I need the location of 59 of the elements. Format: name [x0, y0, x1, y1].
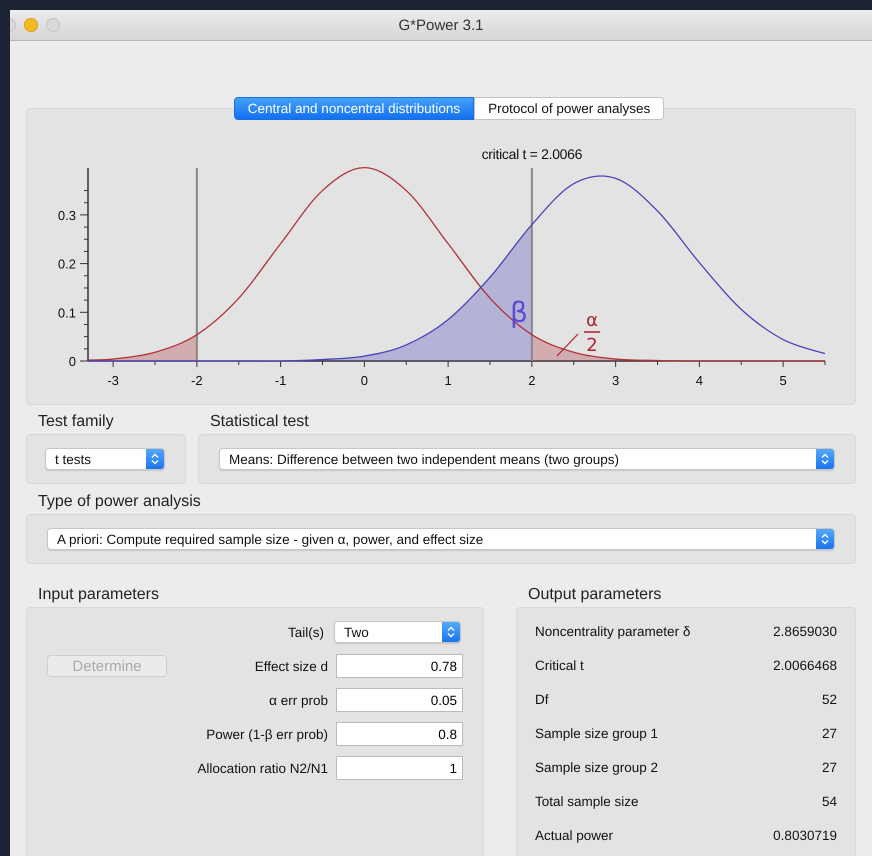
- output-label: Actual power: [535, 828, 614, 845]
- beta-label: β: [510, 296, 528, 329]
- field-label: Allocation ratio N2/N1: [197, 760, 328, 776]
- stepper-icon: [442, 622, 460, 642]
- output-label: Noncentrality parameter δ: [535, 624, 690, 641]
- tick-label: 4: [696, 373, 703, 388]
- field-label: α err prob: [269, 692, 328, 708]
- stepper-icon: [816, 449, 834, 469]
- tick-label: -2: [191, 373, 203, 388]
- tick-label: 0: [68, 354, 76, 369]
- output-label: Df: [535, 692, 548, 709]
- output-value: 2.8659030: [773, 624, 837, 641]
- input-field[interactable]: 0.8: [336, 722, 463, 746]
- output-value: 27: [822, 760, 837, 777]
- minimize-window-icon[interactable]: [24, 18, 38, 32]
- group-label: Type of power analysis: [37, 492, 202, 512]
- denominator-label: 2: [586, 335, 598, 356]
- tick-label: 0.3: [58, 208, 76, 223]
- dropdown[interactable]: Means: Difference between two independent means (two groups): [219, 448, 835, 470]
- output-value: 52: [822, 692, 837, 709]
- critical-value-label: critical t = 2.0066: [482, 146, 582, 162]
- dropdown[interactable]: Two: [334, 621, 461, 643]
- tick-label: 3: [612, 373, 620, 388]
- tick-label: -1: [274, 373, 286, 388]
- output-label: Sample size group 1: [535, 726, 658, 743]
- dropdown[interactable]: A priori: Compute required sample size - given α, power, and effect size: [47, 528, 835, 550]
- output-label: Sample size group 2: [535, 760, 658, 777]
- tick-label: -3: [107, 373, 119, 388]
- dropdown[interactable]: t tests: [45, 448, 165, 470]
- output-value: 2.0066468: [773, 658, 837, 675]
- tab[interactable]: Central and noncentral distributions: [234, 97, 474, 120]
- input-field[interactable]: 0.05: [336, 688, 463, 712]
- group-label: Output parameters: [527, 585, 662, 605]
- group-label: Statistical test: [209, 412, 310, 432]
- output-value: 0.8030719: [773, 828, 837, 845]
- output-value: 27: [822, 726, 837, 743]
- field-label: Power (1-β err prob): [206, 726, 328, 742]
- input-field[interactable]: 0.78: [336, 654, 463, 678]
- group-label: Test family: [37, 412, 115, 432]
- output-value: 54: [822, 794, 837, 811]
- field-label: Effect size d: [254, 658, 328, 674]
- input-field[interactable]: 1: [336, 756, 463, 780]
- tick-label: 1: [444, 373, 452, 388]
- tab[interactable]: Protocol of power analyses: [474, 97, 664, 120]
- stepper-icon: [816, 529, 834, 549]
- tick-label: 5: [780, 373, 787, 388]
- window-title: G*Power 3.1: [398, 16, 484, 34]
- leader-line: [556, 334, 578, 356]
- tick-label: 2: [528, 373, 536, 388]
- tick-label: 0: [360, 373, 368, 388]
- output-label: Total sample size: [535, 794, 639, 811]
- group-label: Input parameters: [37, 585, 160, 605]
- output-label: Critical t: [535, 658, 584, 675]
- alpha-label: α: [586, 310, 598, 331]
- stepper-icon: [146, 449, 164, 469]
- zoom-window-icon[interactable]: [46, 18, 60, 32]
- field-label: Tail(s): [288, 624, 324, 640]
- tick-label: 0.1: [58, 305, 76, 320]
- tick-label: 0.2: [58, 256, 76, 272]
